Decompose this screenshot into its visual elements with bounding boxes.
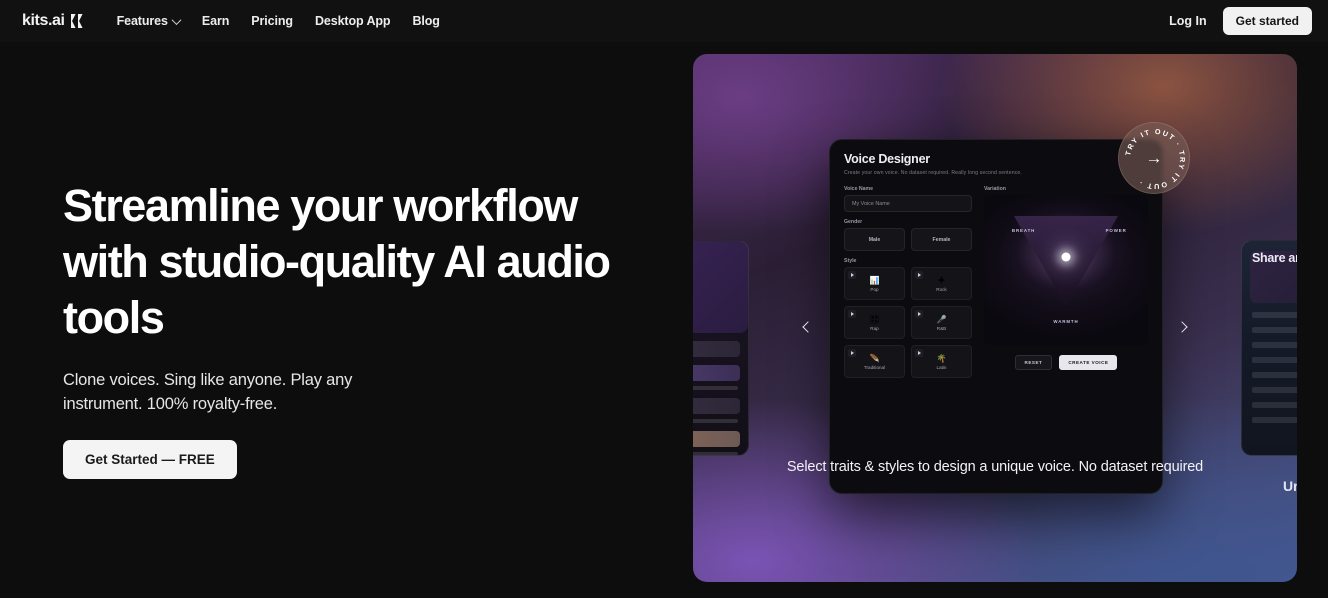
style-option-pop[interactable]: 📊 Pop bbox=[844, 267, 905, 300]
peek-right-row bbox=[1252, 342, 1297, 348]
style-label-rap: Rap bbox=[870, 325, 879, 331]
peek-right-title: Share and E bbox=[1252, 251, 1297, 265]
peek-right-row bbox=[1252, 417, 1297, 423]
style-label-rnb: R&B bbox=[936, 325, 947, 331]
reset-button[interactable]: RESET bbox=[1014, 355, 1053, 370]
landing-page: kits.ai Features Earn Pricing Desktop Ap… bbox=[0, 0, 1328, 598]
style-option-traditional[interactable]: 🪶 Traditional bbox=[844, 345, 905, 378]
voice-designer-columns: Voice Name My Voice Name Gender Male Fem… bbox=[844, 186, 1148, 378]
chevron-right-icon[interactable] bbox=[1173, 318, 1191, 336]
peek-right-row bbox=[1252, 372, 1297, 378]
nav-links: Features Earn Pricing Desktop App Blog bbox=[117, 14, 440, 28]
style-option-rap[interactable]: 🎛 Rap bbox=[844, 306, 905, 339]
voice-designer-card: Voice Designer Create your own voice. No… bbox=[829, 139, 1163, 494]
voice-designer-right-column: Variation BREATH POWER WARMTH RESET CREA… bbox=[984, 186, 1148, 378]
peek-right-row bbox=[1252, 357, 1297, 363]
peek-left-line bbox=[693, 386, 738, 390]
carousel-peek-card-right[interactable]: Share and E bbox=[1241, 240, 1297, 456]
nav-item-earn[interactable]: Earn bbox=[202, 14, 229, 28]
variation-label-power: POWER bbox=[1105, 228, 1127, 233]
voice-designer-title: Voice Designer bbox=[844, 152, 930, 166]
variation-visualizer[interactable]: BREATH POWER WARMTH bbox=[984, 195, 1148, 345]
carousel-peek-card-left[interactable] bbox=[693, 240, 749, 456]
arrow-right-icon: → bbox=[1145, 148, 1163, 168]
style-icon-rock: ✚ bbox=[938, 275, 945, 285]
hero-cta-button[interactable]: Get Started — FREE bbox=[63, 440, 237, 479]
peek-left-line bbox=[693, 452, 738, 455]
peek-right-row bbox=[1252, 387, 1297, 393]
chevron-left-icon[interactable] bbox=[799, 318, 817, 336]
voice-name-placeholder: My Voice Name bbox=[852, 200, 890, 207]
style-label-rock: Rock bbox=[936, 286, 947, 292]
play-icon[interactable] bbox=[915, 310, 923, 318]
page-title: Streamline your workflow with studio-qua… bbox=[63, 180, 611, 343]
style-icon-rnb: 🎤 bbox=[936, 314, 947, 324]
nav-item-pricing[interactable]: Pricing bbox=[251, 14, 293, 28]
peek-left-strip bbox=[693, 398, 740, 414]
nav-item-features[interactable]: Features bbox=[116, 14, 182, 28]
peek-right-text-fragment: Unl bbox=[1283, 478, 1297, 494]
style-option-latin[interactable]: 🌴 Latin bbox=[911, 345, 972, 378]
style-label-pop: Pop bbox=[870, 286, 879, 292]
voice-name-label: Voice Name bbox=[844, 186, 874, 192]
play-icon[interactable] bbox=[915, 271, 923, 279]
nav-actions: Log In Get started bbox=[1169, 7, 1312, 35]
kits-logo-mark-icon bbox=[70, 14, 83, 28]
variation-label-breath: BREATH bbox=[1011, 228, 1036, 233]
top-navigation-bar: kits.ai Features Earn Pricing Desktop Ap… bbox=[0, 0, 1328, 42]
variation-label-warmth: WARMTH bbox=[1053, 319, 1079, 324]
nav-item-blog[interactable]: Blog bbox=[412, 14, 439, 28]
peek-left-strip bbox=[693, 365, 740, 381]
chevron-down-icon bbox=[171, 14, 182, 25]
play-icon[interactable] bbox=[915, 349, 923, 357]
carousel-inner: r Share and E Unl Voice Des bbox=[693, 54, 1297, 582]
peek-left-strip bbox=[693, 431, 740, 447]
peek-right-row bbox=[1252, 402, 1297, 408]
gender-option-female[interactable]: Female bbox=[911, 228, 972, 251]
style-option-rnb[interactable]: 🎤 R&B bbox=[911, 306, 972, 339]
peek-right-row bbox=[1252, 327, 1297, 333]
nav-item-desktop-app[interactable]: Desktop App bbox=[315, 14, 391, 28]
gender-label: Gender bbox=[844, 219, 863, 225]
style-label: Style bbox=[844, 258, 857, 264]
peek-left-strip bbox=[693, 341, 740, 357]
voice-designer-left-column: Voice Name My Voice Name Gender Male Fem… bbox=[844, 186, 972, 378]
peek-left-line bbox=[693, 419, 738, 423]
nav-item-features-label: Features bbox=[116, 14, 168, 28]
hero-content: Streamline your workflow with studio-qua… bbox=[63, 178, 643, 479]
login-link[interactable]: Log In bbox=[1169, 14, 1207, 28]
variation-handle[interactable] bbox=[1061, 252, 1071, 261]
play-icon[interactable] bbox=[848, 271, 856, 279]
create-voice-button[interactable]: CREATE VOICE bbox=[1059, 355, 1118, 370]
style-label-latin: Latin bbox=[936, 364, 947, 370]
voice-designer-body: Voice Designer Create your own voice. No… bbox=[830, 140, 1162, 390]
peek-left-hero bbox=[693, 241, 748, 333]
style-label-traditional: Traditional bbox=[863, 364, 886, 370]
carousel-caption: Select traits & styles to design a uniqu… bbox=[786, 459, 1204, 475]
play-icon[interactable] bbox=[848, 310, 856, 318]
play-icon[interactable] bbox=[848, 349, 856, 357]
voice-designer-subtitle: Create your own voice. No dataset requir… bbox=[844, 170, 1022, 176]
try-it-out-badge[interactable]: TRY IT OUT · TRY IT OUT · → bbox=[1118, 122, 1190, 194]
site-logo[interactable]: kits.ai bbox=[22, 12, 83, 30]
voice-designer-actions: RESET CREATE VOICE bbox=[984, 355, 1148, 370]
peek-right-row bbox=[1252, 312, 1297, 318]
style-option-rock[interactable]: ✚ Rock bbox=[911, 267, 972, 300]
feature-carousel: r Share and E Unl Voice Des bbox=[693, 54, 1297, 582]
style-icon-traditional: 🪶 bbox=[869, 353, 880, 363]
style-icon-pop: 📊 bbox=[869, 275, 880, 285]
style-icon-rap: 🎛 bbox=[869, 314, 880, 324]
hero-subtitle: Clone voices. Sing like anyone. Play any… bbox=[63, 371, 353, 413]
voice-name-input[interactable]: My Voice Name bbox=[844, 195, 972, 212]
get-started-button[interactable]: Get started bbox=[1222, 7, 1312, 35]
style-icon-latin: 🌴 bbox=[936, 353, 947, 363]
gender-options: Male Female bbox=[844, 228, 972, 251]
logo-text: kits.ai bbox=[22, 12, 65, 29]
gender-option-male[interactable]: Male bbox=[844, 228, 905, 251]
style-grid: 📊 Pop ✚ Rock 🎛 Rap 🎤 R&B 🪶 Traditional 🌴… bbox=[844, 267, 972, 378]
